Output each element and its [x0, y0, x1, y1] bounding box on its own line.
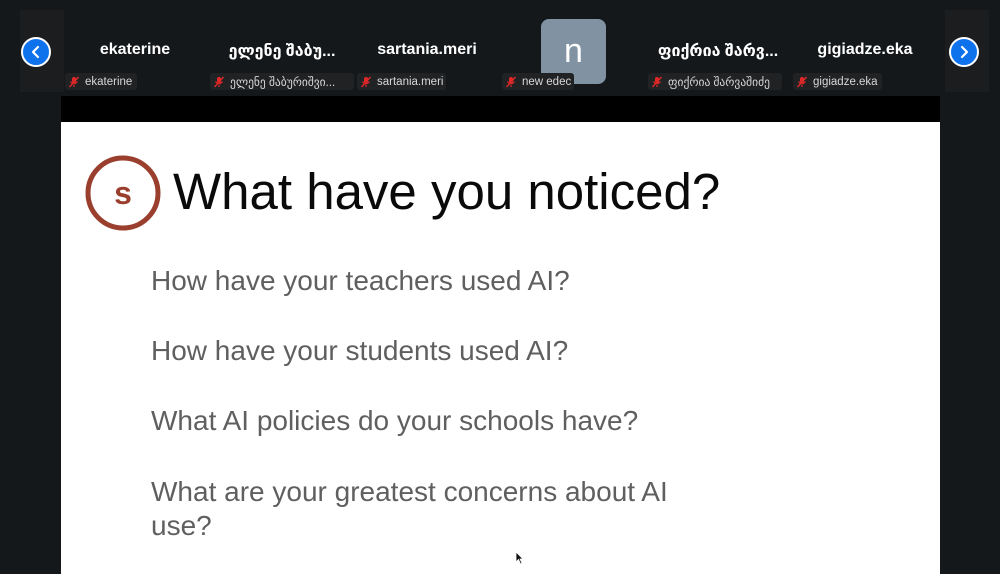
slide-title: What have you noticed? [173, 163, 721, 220]
participant-label-text: ekaterine [85, 75, 133, 88]
mic-muted-icon [505, 76, 517, 87]
chevron-right-icon [960, 45, 969, 59]
participant-label-text: gigiadze.eka [813, 75, 878, 88]
logo-letter: s [114, 175, 132, 211]
participant-strip: ekaterine ელენე შაბუ... sartania.meri n … [0, 0, 1000, 96]
participant-label: ekaterine [65, 73, 137, 90]
participant-label-text: new edec [522, 75, 572, 88]
participant-label: new edec [502, 73, 574, 90]
prev-page-button[interactable] [21, 37, 51, 67]
brand-logo-icon: s [85, 155, 161, 231]
mic-muted-icon [360, 76, 372, 87]
participant-name: ელენე შაბუ... [228, 43, 336, 60]
participant-label-text: ელენე შაბურიშვი... [230, 76, 336, 89]
chevron-left-icon [31, 45, 40, 59]
question-item: How have your teachers used AI? [151, 265, 570, 296]
question-item: What are your greatest concerns about AI… [151, 476, 668, 541]
mic-muted-icon [796, 76, 808, 87]
shared-screen-topbar [61, 96, 940, 122]
mic-muted-icon [213, 76, 225, 87]
participant-label-text: ფიქრია შარვაშიძე [668, 76, 770, 89]
shared-slide: s What have you noticed? How have your t… [61, 122, 940, 574]
participant-name: gigiadze.eka [817, 41, 913, 58]
mouse-cursor-icon [515, 551, 524, 565]
mic-muted-icon [68, 76, 80, 87]
participant-label: sartania.meri [357, 73, 446, 90]
question-item: What AI policies do your schools have? [151, 405, 639, 436]
participant-label: ფიქრია შარვაშიძე [648, 73, 782, 90]
participant-label: gigiadze.eka [793, 73, 882, 90]
participant-name: ekaterine [99, 41, 171, 58]
meeting-window: ekaterine ელენე შაბუ... sartania.meri n … [0, 0, 1000, 574]
participant-name: sartania.meri [377, 41, 477, 58]
participant-name: ფიქრია შარვ... [657, 43, 779, 60]
participant-label-text: sartania.meri [377, 75, 444, 88]
question-item: How have your students used AI? [151, 335, 569, 366]
mic-muted-icon [651, 76, 663, 87]
next-page-button[interactable] [949, 37, 979, 67]
participant-label: ელენე შაბურიშვი... [210, 73, 354, 90]
